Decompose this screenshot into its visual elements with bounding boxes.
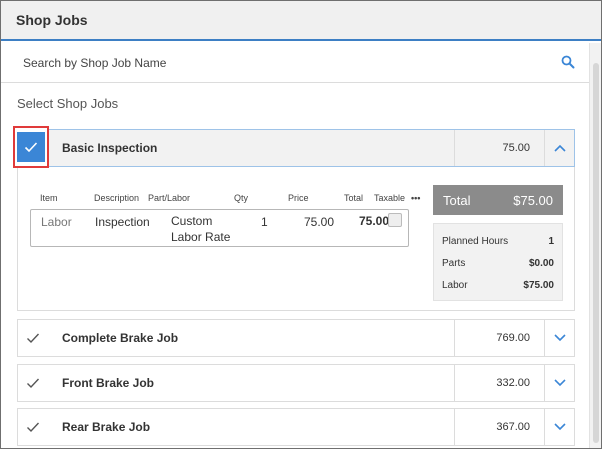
collapse-button[interactable] [544,130,574,166]
job-row-complete-brake-job[interactable]: Complete Brake Job 769.00 [17,319,575,357]
title-bar: Shop Jobs [1,1,601,41]
line-item-part-labor-1: Custom [171,214,213,228]
job-row-front-brake-job[interactable]: Front Brake Job 332.00 [17,364,575,402]
total-label: Total [443,192,471,208]
expand-button[interactable] [544,365,574,401]
checked-checkbox[interactable] [17,132,45,162]
job-price: 769.00 [454,320,544,356]
summary-label: Planned Hours [442,235,509,247]
job-row-basic-inspection[interactable]: Basic Inspection 75.00 [17,129,575,167]
total-amount: $75.00 [513,192,553,208]
col-taxable: Taxable [374,193,406,203]
col-qty: Qty [234,193,249,203]
col-item: Item [40,193,58,203]
window-title: Shop Jobs [16,12,88,28]
checkmark-icon [27,378,40,389]
summary-label: Labor [442,279,468,291]
chevron-down-icon [553,379,566,387]
job-row-rear-brake-job[interactable]: Rear Brake Job 367.00 [17,408,575,446]
chevron-down-icon [553,423,566,431]
checkmark-icon [27,333,40,344]
summary-value: $0.00 [528,257,554,269]
summary-label: Parts [442,257,466,269]
checkmark-icon [27,422,40,433]
expand-button[interactable] [544,409,574,445]
line-item-qty: 1 [261,215,268,229]
more-options-icon[interactable]: ••• [411,193,420,203]
checkmark-icon [24,142,38,153]
col-total: Total [344,193,364,203]
search-icon[interactable] [561,55,575,74]
job-checkbox[interactable] [18,409,48,445]
search-input[interactable] [23,55,523,70]
job-name: Front Brake Job [62,376,155,390]
line-item-description: Inspection [95,215,150,229]
summary-row-parts: Parts $0.00 [442,252,554,274]
summary-row-planned-hours: Planned Hours 1 [442,230,554,252]
job-detail-panel: Item Description Part/Labor Qty Price To… [17,167,575,311]
job-checkbox[interactable] [18,320,48,356]
selected-checkbox-highlight[interactable] [13,126,49,168]
scrollbar-thumb[interactable] [593,63,599,443]
job-summary: Planned Hours 1 Parts $0.00 Labor $75.00 [433,223,563,301]
summary-value: $75.00 [523,279,554,291]
job-name: Basic Inspection [62,141,158,155]
chevron-up-icon [553,144,566,152]
job-checkbox[interactable] [18,365,48,401]
summary-value: 1 [548,235,554,247]
line-item-part-labor-2: Labor Rate [171,230,231,244]
section-label: Select Shop Jobs [17,96,119,111]
vertical-scrollbar[interactable] [589,43,601,448]
summary-row-labor: Labor $75.00 [442,274,554,296]
expand-button[interactable] [544,320,574,356]
job-name: Rear Brake Job [62,420,151,434]
col-description: Description [94,193,140,203]
chevron-down-icon [553,334,566,342]
line-item-card: Labor Inspection Custom Labor Rate 1 75.… [30,209,409,247]
shop-jobs-window: Shop Jobs Select Shop Jobs Basic Inspect… [0,0,602,449]
taxable-checkbox[interactable] [388,213,402,227]
line-item-type: Labor [41,215,72,229]
total-bar: Total $75.00 [433,185,563,215]
job-price: 75.00 [454,130,544,166]
job-price: 367.00 [454,409,544,445]
line-item-price: 75.00 [304,215,335,229]
job-price: 332.00 [454,365,544,401]
line-item-total: 75.00 [359,214,390,228]
search-bar [1,43,589,83]
job-name: Complete Brake Job [62,331,179,345]
col-part-labor: Part/Labor [148,193,191,203]
col-price: Price [288,193,309,203]
